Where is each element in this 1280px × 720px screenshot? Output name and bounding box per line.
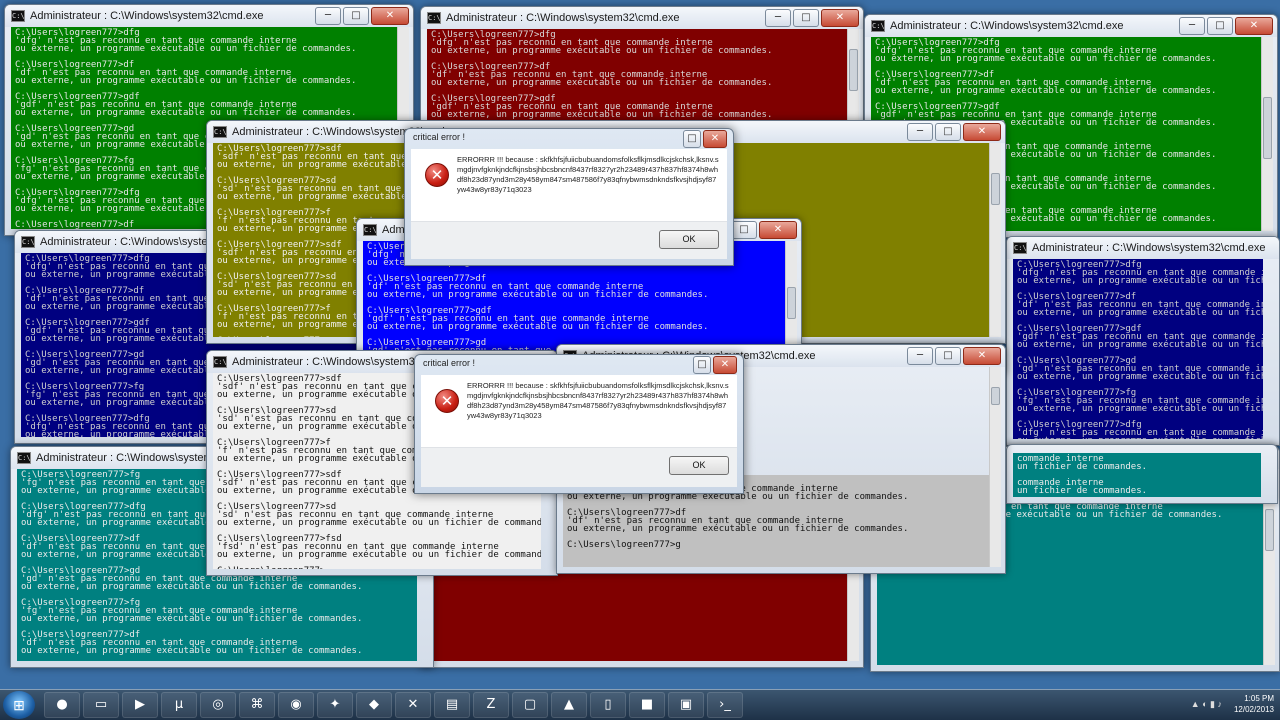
maximize-button[interactable]: □ — [1207, 17, 1233, 35]
minimize-button[interactable]: ─ — [315, 7, 341, 25]
xbox-icon[interactable]: ✕ — [395, 692, 431, 718]
error-message: ERRORRR !!! because : skfkhfsjfuiicbubua… — [467, 381, 729, 420]
maximize-button[interactable]: □ — [935, 123, 961, 141]
error-dialog-top[interactable]: critical error ! □ ✕ ✕ ERRORRR !!! becaus… — [404, 128, 734, 266]
vlc-icon[interactable]: ▲ — [551, 692, 587, 718]
window-title: Administrateur : C:\Windows\system32\cmd… — [890, 20, 1124, 32]
dialog-footer: OK — [421, 447, 737, 487]
plugin-icon[interactable]: ✦ — [317, 692, 353, 718]
virtualbox-icon[interactable]: ■ — [629, 692, 665, 718]
error-icon: ✕ — [425, 163, 449, 187]
dialog-body: ✕ ERRORRR !!! because : skfkhfsjfuiicbub… — [421, 375, 737, 447]
window-titlebar[interactable]: C:\ Administrateur : C:\Windows\system32\… — [865, 15, 1277, 37]
window-titlebar[interactable]: C:\ Administrateur : C:\Windows\system32\… — [421, 7, 863, 29]
dialog-close-button[interactable]: ✕ — [713, 356, 737, 374]
maximize-button[interactable]: □ — [343, 7, 369, 25]
media-player-icon[interactable]: ▶ — [122, 692, 158, 718]
clock-time: 1:05 PM — [1244, 694, 1274, 703]
scrollbar[interactable] — [1261, 37, 1273, 231]
dialog-close-button[interactable]: ✕ — [703, 130, 727, 148]
clock[interactable]: 1:05 PM 12/02/2013 — [1234, 693, 1274, 715]
close-button[interactable]: ✕ — [371, 7, 409, 25]
window-titlebar[interactable]: C:\ Administrateur : C:\Windows\system32\… — [5, 5, 413, 27]
maximize-button[interactable]: □ — [793, 9, 819, 27]
close-button[interactable]: ✕ — [1235, 17, 1273, 35]
notes-icon[interactable]: ▢ — [512, 692, 548, 718]
taskbar-icons: ● ▭ ▶ µ ◎ ⌘ ◉ ✦ ◆ ✕ ▤ Z ▢ ▲ ▯ ■ ▣ ›_ — [44, 692, 743, 718]
restore-button[interactable]: □ — [683, 130, 701, 148]
close-button[interactable]: ✕ — [963, 347, 1001, 365]
cmd-icon: C:\ — [17, 452, 31, 465]
maximize-button[interactable]: □ — [935, 347, 961, 365]
maximize-button[interactable]: □ — [731, 221, 757, 239]
console-output[interactable]: commande interne un fichier de commandes… — [1013, 453, 1261, 497]
console-output[interactable]: C:\Users\logreen777>dfg 'dfg' n'est pas … — [1013, 259, 1263, 439]
chrome-icon[interactable]: ◎ — [200, 692, 236, 718]
dialog-body: ✕ ERRORRR !!! because : skfkhfsjfuiicbub… — [411, 149, 727, 221]
window-titlebar[interactable]: C:\ Administrateur : C:\Windows\system32\… — [1007, 237, 1279, 259]
error-message: ERRORRR !!! because : skfkhfsjfuiicbubua… — [457, 155, 719, 194]
archive-icon[interactable]: ▤ — [434, 692, 470, 718]
dialog-title: critical error ! — [413, 132, 466, 142]
app-icon[interactable]: ◉ — [278, 692, 314, 718]
steam-icon[interactable]: ◆ — [356, 692, 392, 718]
document-icon[interactable]: ▯ — [590, 692, 626, 718]
clock-date: 12/02/2013 — [1233, 705, 1274, 714]
window-title: Administrateur : C:\Windows\system32\cmd… — [30, 10, 264, 22]
folder-icon[interactable]: ▭ — [83, 692, 119, 718]
close-button[interactable]: ✕ — [759, 221, 797, 239]
minimize-button[interactable]: ─ — [765, 9, 791, 27]
cmd-icon: C:\ — [213, 356, 227, 369]
cmd-icon: C:\ — [213, 126, 227, 139]
restore-button[interactable]: □ — [693, 356, 711, 374]
error-dialog-bottom[interactable]: critical error ! □ ✕ ✕ ERRORRR !!! becaus… — [414, 354, 744, 494]
photos-icon[interactable]: ▣ — [668, 692, 704, 718]
cmd-window-teal-middle[interactable]: commande interne un fichier de commandes… — [1006, 444, 1278, 504]
firefox-icon[interactable]: ● — [44, 692, 80, 718]
cmd-icon: C:\ — [21, 236, 35, 249]
close-button[interactable]: ✕ — [963, 123, 1001, 141]
dialog-footer: OK — [411, 221, 727, 259]
window-title: Administrateur : C:\Windows\system32\cmd… — [1032, 242, 1266, 254]
minimize-button[interactable]: ─ — [907, 347, 933, 365]
cmd-icon: C:\ — [1013, 242, 1027, 255]
network-icon[interactable]: ⌘ — [239, 692, 275, 718]
taskbar: ⊞ ● ▭ ▶ µ ◎ ⌘ ◉ ✦ ◆ ✕ ▤ Z ▢ ▲ ▯ ■ ▣ ›_ ▲… — [0, 689, 1280, 720]
window-title: Administrateur : C:\Windows\system32\cmd… — [446, 12, 680, 24]
cmd-icon: C:\ — [427, 12, 441, 25]
close-button[interactable]: ✕ — [821, 9, 859, 27]
cmd-icon: C:\ — [871, 20, 885, 33]
tray-icons[interactable]: ▲ ◐ ▮ ♪ — [1191, 699, 1222, 710]
cmd-icon: C:\ — [11, 10, 25, 23]
utorrent-icon[interactable]: µ — [161, 692, 197, 718]
dialog-title: critical error ! — [423, 358, 476, 368]
ok-button[interactable]: OK — [659, 230, 719, 249]
error-icon: ✕ — [435, 389, 459, 413]
minimize-button[interactable]: ─ — [1179, 17, 1205, 35]
filezilla-icon[interactable]: Z — [473, 692, 509, 718]
minimize-button[interactable]: ─ — [907, 123, 933, 141]
ok-button[interactable]: OK — [669, 456, 729, 475]
scrollbar[interactable] — [989, 143, 1001, 337]
start-button[interactable]: ⊞ — [3, 691, 35, 719]
cmd-icon: C:\ — [363, 224, 377, 237]
cmd-taskbar-icon[interactable]: ›_ — [707, 692, 743, 718]
cmd-window-navy-right[interactable]: C:\ Administrateur : C:\Windows\system32\… — [1006, 236, 1280, 446]
scrollbar[interactable] — [989, 367, 1001, 567]
